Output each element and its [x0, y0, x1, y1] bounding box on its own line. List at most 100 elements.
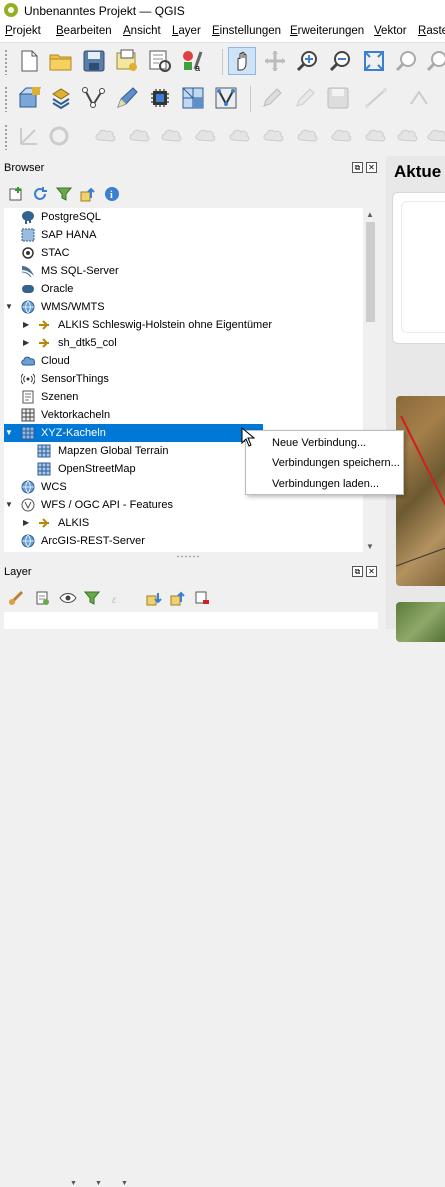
tree-item-alkis[interactable]: ▶ ALKIS: [4, 514, 363, 532]
tree-item-sap-hana[interactable]: SAP HANA: [4, 226, 363, 244]
add-layer-icon[interactable]: [47, 84, 75, 112]
open-project-icon[interactable]: [47, 47, 75, 75]
cloud-shape-icon[interactable]: [362, 122, 390, 150]
style-manager-icon[interactable]: a: [179, 47, 207, 75]
info-icon[interactable]: i: [98, 180, 126, 208]
tree-item-alkis-sh[interactable]: ▶ ALKIS Schleswig-Holstein ohne Eigentüm…: [4, 316, 363, 334]
expand-arrow-icon[interactable]: ▶: [23, 320, 29, 329]
toggle-editing-icon[interactable]: [258, 84, 286, 112]
pan-map-icon[interactable]: [228, 47, 256, 75]
cloud-shape-icon[interactable]: [260, 122, 288, 150]
expand-arrow-icon[interactable]: ▼: [5, 302, 13, 311]
tree-item-vektorkacheln[interactable]: Vektorkacheln: [4, 406, 363, 424]
menu-erweiterungen[interactable]: Erweiterungen: [290, 25, 364, 37]
data-source-toolbar: ▼: [0, 80, 445, 183]
cloud-shape-icon[interactable]: [294, 122, 322, 150]
float-panel-icon[interactable]: ⧉: [352, 566, 363, 577]
tree-item-sh-dtk5-col[interactable]: ▶ sh_dtk5_col: [4, 334, 363, 352]
filter-expression-icon[interactable]: ε: [104, 584, 132, 612]
pan-to-selection-icon[interactable]: [261, 47, 289, 75]
remove-layer-icon[interactable]: [188, 584, 216, 612]
menu-layer[interactable]: Layer: [172, 25, 201, 37]
menu-item-save-connections[interactable]: Verbindungen speichern...: [272, 457, 400, 469]
data-source-manager-icon[interactable]: [15, 84, 43, 112]
zoom-in-icon[interactable]: [294, 47, 322, 75]
menu-item-new-connection[interactable]: Neue Verbindung...: [272, 437, 366, 449]
expand-arrow-icon[interactable]: ▼: [5, 428, 13, 437]
tree-item-sensorthings[interactable]: SensorThings: [4, 370, 363, 388]
menu-vektor[interactable]: Vektor: [374, 25, 407, 37]
cloud-shape-icon[interactable]: [424, 122, 445, 150]
tree-item-wms-wmts[interactable]: ▼ WMS/WMTS: [4, 298, 363, 316]
menu-item-load-connections[interactable]: Verbindungen laden...: [272, 478, 379, 490]
digitize-line-icon[interactable]: [80, 84, 108, 112]
close-panel-icon[interactable]: ✕: [366, 566, 377, 577]
context-menu: Neue Verbindung... Verbindungen speicher…: [245, 430, 404, 495]
tree-item-cloud[interactable]: Cloud: [4, 352, 363, 370]
pencil-edit-icon[interactable]: [113, 84, 141, 112]
new-project-icon[interactable]: [15, 47, 43, 75]
panel-splitter[interactable]: [176, 555, 200, 558]
browser-tree[interactable]: PostgreSQL SAP HANA STAC MS SQL-Server O…: [4, 208, 363, 552]
pencil-disabled-icon[interactable]: [291, 84, 319, 112]
save-project-icon[interactable]: [80, 47, 108, 75]
tree-item-ms-sql-server[interactable]: MS SQL-Server: [4, 262, 363, 280]
project-thumbnail[interactable]: [396, 602, 445, 642]
rotate-feature-icon[interactable]: [46, 122, 74, 150]
tree-item-arcgis-rest[interactable]: ArcGIS-REST-Server: [4, 532, 363, 550]
zoom-out-icon[interactable]: [327, 47, 355, 75]
zoom-full-icon[interactable]: [360, 47, 388, 75]
save-edits-icon[interactable]: [324, 84, 352, 112]
tree-item-szenen[interactable]: Szenen: [4, 388, 363, 406]
menu-bearbeiten[interactable]: Bearbeiten: [56, 25, 112, 37]
toolbar-grip[interactable]: [4, 49, 8, 75]
chevron-down-icon[interactable]: ▼: [95, 1180, 102, 1187]
scrollbar-thumb[interactable]: [366, 222, 375, 322]
tree-item-oracle[interactable]: Oracle: [4, 280, 363, 298]
expand-arrow-icon[interactable]: ▼: [5, 500, 13, 509]
close-panel-icon[interactable]: ✕: [366, 162, 377, 173]
float-panel-icon[interactable]: ⧉: [352, 162, 363, 173]
cloud-shape-icon[interactable]: [192, 122, 220, 150]
gps-chip-icon[interactable]: [146, 84, 174, 112]
tree-item-wfs[interactable]: ▼ WFS / OGC API - Features: [4, 496, 363, 514]
node-tool-icon[interactable]: [405, 84, 433, 112]
vector-vertices-icon[interactable]: [212, 84, 240, 112]
scroll-down-icon[interactable]: ▼: [366, 542, 374, 551]
xyz-tiles-icon: [21, 426, 35, 440]
expand-arrow-icon[interactable]: ▶: [23, 518, 29, 527]
filter-legend-icon[interactable]: [78, 584, 106, 612]
qgis-logo-icon: [4, 3, 18, 17]
layout-manager-icon[interactable]: [146, 47, 174, 75]
cloud-shape-icon[interactable]: [226, 122, 254, 150]
cloud-shape-icon[interactable]: [126, 122, 154, 150]
digitize-disabled-icon[interactable]: [362, 84, 390, 112]
menu-raster[interactable]: Raste: [418, 25, 445, 37]
tree-item-postgresql[interactable]: PostgreSQL: [4, 208, 363, 226]
cloud-shape-icon[interactable]: [158, 122, 186, 150]
tree-item-stac[interactable]: STAC: [4, 244, 363, 262]
cloud-shape-icon[interactable]: [92, 122, 120, 150]
menu-ansicht[interactable]: Ansicht: [123, 25, 161, 37]
toolbar-grip[interactable]: [4, 86, 8, 112]
chevron-down-icon[interactable]: ▼: [70, 1180, 77, 1187]
toolbar-grip[interactable]: [4, 124, 8, 150]
menu-projekt[interactable]: Projekt: [5, 25, 41, 37]
cloud-shape-icon[interactable]: [328, 122, 356, 150]
zoom-to-selection-icon[interactable]: [393, 47, 421, 75]
layer-panel-title: Layer: [4, 566, 32, 578]
layer-styling-icon[interactable]: [2, 584, 30, 612]
new-print-layout-icon[interactable]: [113, 47, 141, 75]
zoom-to-layer-icon[interactable]: [424, 47, 445, 75]
tree-item-xyz-kacheln[interactable]: ▼ XYZ-Kacheln: [4, 424, 263, 442]
expand-arrow-icon[interactable]: ▶: [23, 338, 29, 347]
layer-tree[interactable]: [4, 612, 378, 629]
scroll-up-icon[interactable]: ▲: [366, 210, 374, 219]
menu-einstellungen[interactable]: Einstellungen: [212, 25, 281, 37]
measure-angle-icon[interactable]: [15, 122, 43, 150]
browser-scrollbar[interactable]: ▲ ▼: [363, 208, 378, 552]
cloud-shape-icon[interactable]: [394, 122, 422, 150]
add-group-icon[interactable]: [28, 584, 56, 612]
chevron-down-icon[interactable]: ▼: [121, 1180, 128, 1187]
mesh-icon[interactable]: [179, 84, 207, 112]
